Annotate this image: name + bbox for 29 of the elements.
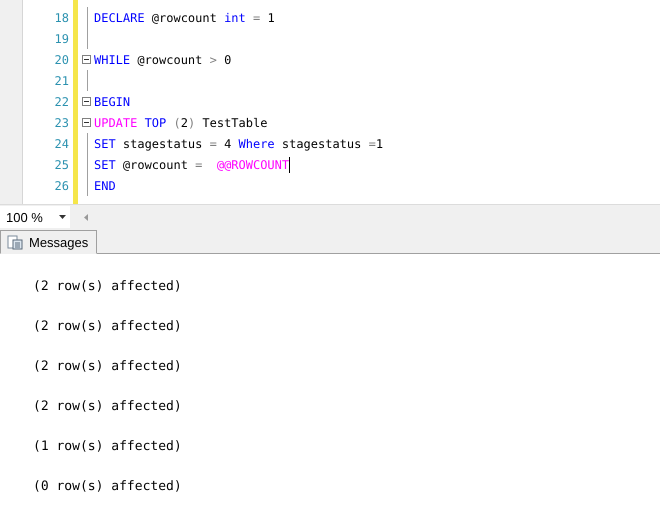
message-text: (0 row(s) affected): [33, 478, 182, 496]
collapse-icon[interactable]: [82, 97, 90, 106]
message-text: (2 row(s) affected): [33, 398, 182, 416]
code-line: DECLARE @rowcount int = 1: [94, 10, 275, 24]
document-icon: [7, 234, 23, 250]
line-number: 22: [54, 94, 69, 108]
line-number: 18: [54, 10, 69, 24]
code-line: END: [94, 178, 116, 192]
line-number: 19: [54, 32, 69, 46]
message-text: (2 row(s) affected): [33, 318, 182, 336]
collapse-icon[interactable]: [82, 55, 90, 64]
message-text: (1 row(s) affected): [33, 438, 182, 456]
line-number: 24: [54, 136, 69, 150]
code-line: WHILE @rowcount > 0: [94, 52, 232, 66]
zoom-dropdown[interactable]: 100 %: [0, 206, 70, 228]
code-line: SET stagestatus = 4 Where stagestatus =1: [94, 136, 384, 150]
dropdown-arrow-icon: [59, 215, 66, 219]
code-line: UPDATE TOP (2) TestTable: [94, 116, 268, 130]
collapse-icon[interactable]: [82, 118, 90, 127]
code-line: BEGIN: [94, 94, 130, 108]
messages-tab[interactable]: Messages: [0, 230, 98, 254]
line-number: 23: [54, 116, 69, 130]
message-text: (2 row(s) affected): [33, 358, 182, 376]
line-number: 25: [54, 158, 69, 172]
line-number: 20: [54, 52, 69, 66]
message-text: (2 row(s) affected): [33, 278, 182, 296]
line-number: 21: [54, 74, 69, 88]
code-line: SET @rowcount = @@ROWCOUNT: [94, 158, 290, 172]
line-number: 26: [54, 178, 69, 192]
